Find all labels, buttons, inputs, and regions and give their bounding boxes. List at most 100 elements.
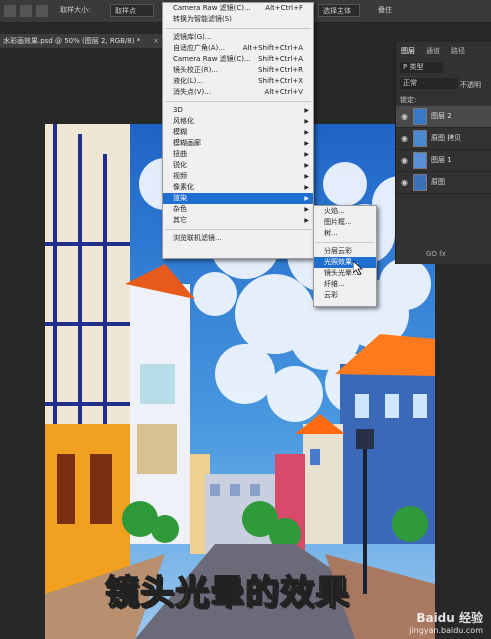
- submenu-arrow-icon: ▶: [304, 107, 309, 114]
- tool-preset-icon[interactable]: [4, 5, 16, 17]
- menu-item-label: 自适应广角(A)...: [173, 44, 225, 52]
- menu-item[interactable]: 模糊 ▶: [163, 127, 313, 138]
- layer-thumbnail: [413, 152, 427, 169]
- menu-item-label: Camera Raw 滤镜(C)...: [173, 4, 251, 12]
- layer-thumbnail: [413, 130, 427, 147]
- layer-row[interactable]: ◉ 原图: [396, 172, 491, 194]
- menu-item-shortcut: Shift+Ctrl+R: [258, 66, 303, 74]
- tab-channels[interactable]: 通道: [426, 46, 440, 56]
- menu-item-shortcut: Shift+Ctrl+X: [258, 77, 303, 85]
- menu-item-label: 其它: [173, 216, 187, 224]
- menu-item-label: 镜头校正(R)...: [173, 66, 219, 74]
- menu-item[interactable]: 镜头光晕...: [314, 268, 376, 279]
- layer-name: 原图: [431, 178, 445, 186]
- menu-item[interactable]: 纤维...: [314, 279, 376, 290]
- submenu-arrow-icon: ▶: [304, 217, 309, 224]
- menu-item[interactable]: 消失点(V)... Alt+Ctrl+V: [163, 87, 313, 98]
- menu-item-label: 转换为智能滤镜(S): [173, 15, 232, 23]
- menu-item-label: 模糊: [173, 128, 187, 136]
- layer-row[interactable]: ◉ 图层 2: [396, 106, 491, 128]
- menu-item[interactable]: 分层云彩: [314, 246, 376, 257]
- menu-item[interactable]: Camera Raw 滤镜(C)... Shift+Ctrl+A: [163, 54, 313, 65]
- menu-item[interactable]: 液化(L)... Shift+Ctrl+X: [163, 76, 313, 87]
- layers-panel: 图层 通道 路径 P 类型 正常 不透明 锁定: ◉ 图层 2 ◉ 原图 拷贝 ◉ 图层 …: [395, 42, 491, 264]
- sample-size-select[interactable]: 取样点: [110, 4, 154, 17]
- opacity-label: 不透明: [460, 81, 481, 89]
- menu-item[interactable]: 风格化 ▶: [163, 116, 313, 127]
- add-selection-icon[interactable]: [36, 5, 48, 17]
- visibility-eye-icon[interactable]: ◉: [401, 134, 408, 143]
- layer-name: 图层 1: [431, 156, 452, 164]
- menu-item[interactable]: 像素化 ▶: [163, 182, 313, 193]
- panel-footer-icons[interactable]: GO fx: [426, 250, 446, 258]
- menu-item[interactable]: 树...: [314, 228, 376, 239]
- menu-item-shortcut: Alt+Shift+Ctrl+A: [242, 44, 303, 52]
- menu-item-label: 风格化: [173, 117, 194, 125]
- sample-size-label: 取样大小:: [60, 6, 91, 14]
- menu-item-label: 纤维...: [324, 280, 345, 288]
- menu-item-label: 模糊画廊: [173, 139, 201, 147]
- close-tab-icon[interactable]: ×: [153, 34, 159, 48]
- layer-thumbnail: [413, 108, 427, 125]
- menu-item-label: 滤镜库(G)...: [173, 33, 212, 41]
- menu-item[interactable]: 锐化 ▶: [163, 160, 313, 171]
- layer-row[interactable]: ◉ 图层 1: [396, 150, 491, 172]
- caption-rest: 的效果: [244, 572, 350, 614]
- layer-filter-select[interactable]: P 类型: [400, 62, 443, 73]
- menu-item[interactable]: 云彩: [314, 290, 376, 301]
- menu-item[interactable]: 镜头校正(R)... Shift+Ctrl+R: [163, 65, 313, 76]
- submenu-arrow-icon: ▶: [304, 151, 309, 158]
- visibility-eye-icon[interactable]: ◉: [401, 178, 408, 187]
- blend-mode-select[interactable]: 正常: [400, 78, 458, 89]
- lock-label: 锁定:: [400, 96, 417, 104]
- menu-item[interactable]: 转换为智能滤镜(S): [163, 14, 313, 25]
- menu-item[interactable]: 渲染 ▶: [163, 193, 313, 204]
- menu-item[interactable]: 自适应广角(A)... Alt+Shift+Ctrl+A: [163, 43, 313, 54]
- visibility-eye-icon[interactable]: ◉: [401, 156, 408, 165]
- layer-name: 图层 2: [431, 112, 452, 120]
- menu-item-label: 杂色: [173, 205, 187, 213]
- submenu-arrow-icon: ▶: [304, 129, 309, 136]
- tab-paths[interactable]: 路径: [451, 46, 465, 56]
- menu-item[interactable]: 滤镜库(G)...: [163, 32, 313, 43]
- menu-item-label: 浏览联机滤镜...: [173, 234, 222, 242]
- submenu-arrow-icon: ▶: [304, 195, 309, 202]
- watermark: Baidu 经验 jingyan.baidu.com: [409, 609, 483, 635]
- layer-name: 原图 拷贝: [431, 134, 462, 142]
- mouse-cursor-icon: [353, 261, 363, 275]
- menu-item-label: 火焰...: [324, 207, 345, 215]
- menu-item[interactable]: 杂色 ▶: [163, 204, 313, 215]
- menu-item-label: 视频: [173, 172, 187, 180]
- menu-item-label: 云彩: [324, 291, 338, 299]
- menu-item-label: 消失点(V)...: [173, 88, 211, 96]
- menu-item[interactable]: Camera Raw 滤镜(C)... Alt+Ctrl+F: [163, 3, 313, 14]
- video-caption: 镜头光晕的效果: [104, 565, 350, 614]
- document-title: 水彩画效果.psd @ 50% (图层 2, RGB/8) *: [3, 37, 141, 45]
- tab-layers[interactable]: 图层: [401, 46, 415, 56]
- caption-highlight: 镜头光晕: [104, 572, 245, 614]
- submenu-arrow-icon: ▶: [304, 206, 309, 213]
- menu-item[interactable]: 3D ▶: [163, 105, 313, 116]
- menu-item[interactable]: 视频 ▶: [163, 171, 313, 182]
- visibility-eye-icon[interactable]: ◉: [401, 112, 408, 121]
- menu-item-label: Camera Raw 滤镜(C)...: [173, 55, 251, 63]
- menu-item-label: 3D: [173, 106, 183, 114]
- menu-item[interactable]: 扭曲 ▶: [163, 149, 313, 160]
- new-selection-icon[interactable]: [20, 5, 32, 17]
- layer-thumbnail: [413, 174, 427, 191]
- watermark-name: Baidu 经验: [416, 611, 483, 625]
- render-submenu: 火焰... 图片框... 树... 分层云彩光照效果... 镜头光晕... 纤维... 云…: [313, 205, 377, 307]
- menu-item[interactable]: 其它 ▶: [163, 215, 313, 226]
- menu-item-label: 分层云彩: [324, 247, 352, 255]
- submenu-arrow-icon: ▶: [304, 162, 309, 169]
- select-subject-button[interactable]: 选择主体: [318, 4, 360, 17]
- menu-item-label: 图片框...: [324, 218, 352, 226]
- menu-item[interactable]: 图片框...: [314, 217, 376, 228]
- menu-item[interactable]: 浏览联机滤镜...: [163, 233, 313, 244]
- document-tab[interactable]: 水彩画效果.psd @ 50% (图层 2, RGB/8) * ×: [0, 34, 163, 48]
- menu-item[interactable]: 光照效果...: [314, 257, 376, 268]
- menu-item[interactable]: 火焰...: [314, 206, 376, 217]
- layer-row[interactable]: ◉ 原图 拷贝: [396, 128, 491, 150]
- menu-item[interactable]: 模糊画廊 ▶: [163, 138, 313, 149]
- submenu-arrow-icon: ▶: [304, 173, 309, 180]
